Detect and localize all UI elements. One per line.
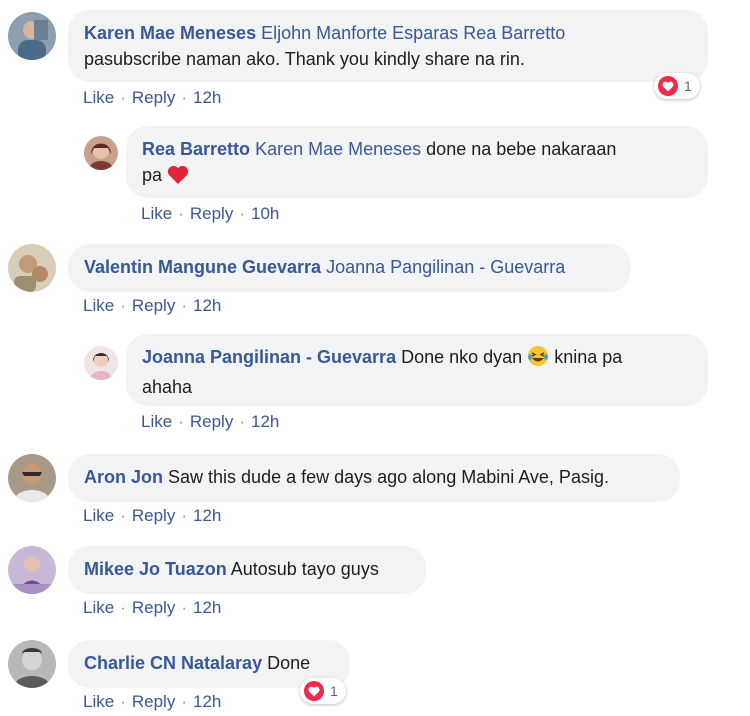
reaction-count[interactable]: 1 <box>300 678 346 704</box>
comment-actions: Like · Reply · 12h <box>83 88 221 108</box>
like-link[interactable]: Like <box>83 296 114 315</box>
comment-text-continued: pa <box>142 165 163 185</box>
avatar[interactable] <box>8 546 56 594</box>
reply-link[interactable]: Reply <box>132 296 175 315</box>
comment-tags[interactable]: Eljohn Manforte Esparas Rea Barretto <box>261 23 565 43</box>
separator: · <box>239 412 245 431</box>
separator: · <box>181 506 187 525</box>
heart-reaction-icon <box>658 76 678 96</box>
like-link[interactable]: Like <box>83 506 114 525</box>
separator: · <box>181 88 187 107</box>
comment-actions: Like · Reply · 12h <box>83 506 221 526</box>
reply-link[interactable]: Reply <box>132 506 175 525</box>
separator: · <box>181 296 187 315</box>
laughing-tears-icon <box>527 345 549 374</box>
comment-author[interactable]: Joanna Pangilinan - Guevarra <box>142 347 396 367</box>
avatar[interactable] <box>8 640 56 688</box>
separator: · <box>120 88 126 107</box>
comment-text-continued: knina pa <box>554 347 623 367</box>
comment-actions: Like · Reply · 12h <box>83 692 221 712</box>
comment-text: pasubscribe naman ako. Thank you kindly … <box>84 49 525 69</box>
timestamp[interactable]: 12h <box>193 692 221 711</box>
reaction-count-value: 1 <box>684 78 692 94</box>
comment-text: Saw this dude a few days ago along Mabin… <box>168 467 609 487</box>
comment-bubble: Joanna Pangilinan - Guevarra Done nko dy… <box>126 334 708 406</box>
timestamp[interactable]: 12h <box>251 412 279 431</box>
comment-text: Autosub tayo guys <box>230 559 379 579</box>
like-link[interactable]: Like <box>83 692 114 711</box>
timestamp[interactable]: 12h <box>193 598 221 617</box>
separator: · <box>181 692 187 711</box>
avatar[interactable] <box>84 136 118 170</box>
comment-author[interactable]: Aron Jon <box>84 467 163 487</box>
timestamp[interactable]: 12h <box>193 506 221 525</box>
like-link[interactable]: Like <box>141 204 172 223</box>
reaction-count[interactable]: 1 <box>654 73 700 99</box>
separator: · <box>181 598 187 617</box>
comment-bubble: Mikee Jo Tuazon Autosub tayo guys <box>68 546 426 594</box>
comment-text-line2: ahaha <box>142 377 193 397</box>
comment-author[interactable]: Rea Barretto <box>142 139 250 159</box>
comment-tags[interactable]: Karen Mae Meneses <box>255 139 421 159</box>
separator: · <box>120 692 126 711</box>
comment-author[interactable]: Karen Mae Meneses <box>84 23 256 43</box>
reaction-count-value: 1 <box>330 683 338 699</box>
timestamp[interactable]: 10h <box>251 204 279 223</box>
avatar[interactable] <box>8 244 56 292</box>
comment-bubble: Valentin Mangune Guevarra Joanna Pangili… <box>68 244 631 292</box>
comment-bubble: Rea Barretto Karen Mae Meneses done na b… <box>126 126 708 198</box>
comment-text: done na bebe nakaraan <box>426 139 617 159</box>
comment-bubble: Karen Mae Meneses Eljohn Manforte Espara… <box>68 10 708 82</box>
comment-actions: Like · Reply · 12h <box>83 598 221 618</box>
comment-bubble: Aron Jon Saw this dude a few days ago al… <box>68 454 680 502</box>
comment-text: Done nko dyan <box>401 347 523 367</box>
comment-tags[interactable]: Joanna Pangilinan - Guevarra <box>326 257 565 277</box>
separator: · <box>120 296 126 315</box>
comment-actions: Like · Reply · 12h <box>83 296 221 316</box>
avatar[interactable] <box>8 12 56 60</box>
comment-text: Done <box>267 653 311 673</box>
red-heart-icon <box>167 165 189 192</box>
reply-link[interactable]: Reply <box>132 88 175 107</box>
avatar[interactable] <box>84 346 118 380</box>
separator: · <box>178 412 184 431</box>
comment-actions: Like · Reply · 12h <box>141 412 279 432</box>
comment-author[interactable]: Charlie CN Natalaray <box>84 653 262 673</box>
timestamp[interactable]: 12h <box>193 88 221 107</box>
separator: · <box>239 204 245 223</box>
separator: · <box>120 506 126 525</box>
separator: · <box>178 204 184 223</box>
reply-link[interactable]: Reply <box>132 692 175 711</box>
timestamp[interactable]: 12h <box>193 296 221 315</box>
separator: · <box>120 598 126 617</box>
reply-link[interactable]: Reply <box>132 598 175 617</box>
comment-author[interactable]: Mikee Jo Tuazon <box>84 559 227 579</box>
reply-link[interactable]: Reply <box>190 204 233 223</box>
reply-link[interactable]: Reply <box>190 412 233 431</box>
like-link[interactable]: Like <box>83 88 114 107</box>
like-link[interactable]: Like <box>83 598 114 617</box>
avatar[interactable] <box>8 454 56 502</box>
heart-reaction-icon <box>304 681 324 701</box>
comment-author[interactable]: Valentin Mangune Guevarra <box>84 257 321 277</box>
like-link[interactable]: Like <box>141 412 172 431</box>
comment-actions: Like · Reply · 10h <box>141 204 279 224</box>
